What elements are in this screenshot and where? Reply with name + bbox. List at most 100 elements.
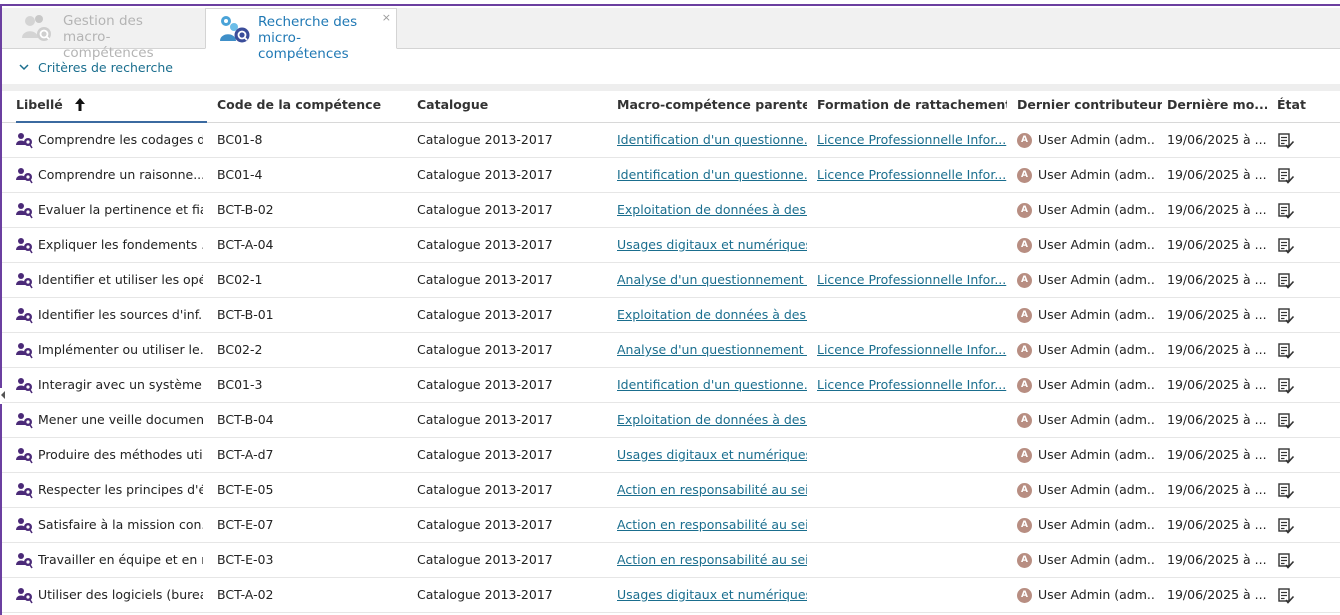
cell-libelle[interactable]: Implémenter ou utiliser le... xyxy=(38,333,203,367)
cell-libelle[interactable]: Travailler en équipe et en r... xyxy=(38,543,203,577)
edit-state-icon[interactable] xyxy=(1277,482,1295,500)
cell-macro-competence-link[interactable]: Identification d'un questionne... xyxy=(617,368,807,402)
cell-contributeur: User Admin (adm... xyxy=(1038,517,1156,532)
cell-libelle[interactable]: Produire des méthodes uti... xyxy=(38,438,203,472)
cell-macro-competence-link[interactable]: Analyse d'un questionnement ... xyxy=(617,333,807,367)
column-header-libelle[interactable]: Libellé xyxy=(16,91,207,123)
table-row[interactable]: Respecter les principes d'é... BCT-E-05 Ca… xyxy=(2,473,1340,508)
cell-libelle[interactable]: Evaluer la pertinence et fia... xyxy=(38,193,203,227)
table-row[interactable]: Identifier les sources d'inf... BCT-B-01 C… xyxy=(2,298,1340,333)
cell-macro-competence-link[interactable]: Exploitation de données à des... xyxy=(617,403,807,437)
search-criteria-toggle[interactable]: Critères de recherche xyxy=(18,58,173,76)
cell-libelle[interactable]: Interagir avec un système ... xyxy=(38,368,203,402)
table-row[interactable]: Travailler en équipe et en r... BCT-E-03 C… xyxy=(2,543,1340,578)
column-header-macro-competence[interactable]: Macro-compétence parente xyxy=(617,91,807,121)
cell-libelle[interactable]: Expliquer les fondements ... xyxy=(38,228,203,262)
cell-formation-link[interactable] xyxy=(817,228,1007,262)
edit-state-icon[interactable] xyxy=(1277,307,1295,325)
table-row[interactable]: Satisfaire à la mission con... BCT-E-07 Ca… xyxy=(2,508,1340,543)
cell-catalogue: Catalogue 2013-2017 xyxy=(417,447,553,462)
cell-libelle[interactable]: Comprendre un raisonne... xyxy=(38,158,203,192)
edit-state-icon[interactable] xyxy=(1277,412,1295,430)
cell-formation-link[interactable] xyxy=(817,403,1007,437)
avatar: A xyxy=(1017,483,1032,498)
cell-catalogue: Catalogue 2013-2017 xyxy=(417,587,553,602)
cell-macro-competence-link[interactable]: Usages digitaux et numériques xyxy=(617,438,807,472)
cell-macro-competence-link[interactable]: Action en responsabilité au sei... xyxy=(617,543,807,577)
table-row[interactable]: Interagir avec un système ... BC01-3 Catal… xyxy=(2,368,1340,403)
cell-macro-competence-link[interactable]: Analyse d'un questionnement ... xyxy=(617,263,807,297)
cell-libelle[interactable]: Identifier et utiliser les opé... xyxy=(38,263,203,297)
table-row[interactable]: Mener une veille documen... BCT-B-04 Catal… xyxy=(2,403,1340,438)
micro-competence-icon xyxy=(16,238,33,254)
edit-state-icon[interactable] xyxy=(1277,517,1295,535)
micro-competence-icon xyxy=(16,308,33,324)
avatar: A xyxy=(1017,273,1032,288)
table-row[interactable]: Produire des méthodes uti... BCT-A-d7 Cata… xyxy=(2,438,1340,473)
table-row[interactable]: Evaluer la pertinence et fia... BCT-B-02 C… xyxy=(2,193,1340,228)
cell-formation-link[interactable] xyxy=(817,473,1007,507)
edit-state-icon[interactable] xyxy=(1277,132,1295,150)
table-row[interactable]: Identifier et utiliser les opé... BC02-1 C… xyxy=(2,263,1340,298)
cell-formation-link[interactable] xyxy=(817,193,1007,227)
column-header-code[interactable]: Code de la compétence xyxy=(217,91,407,121)
column-header-formation[interactable]: Formation de rattachement xyxy=(817,91,1007,121)
micro-competence-icon xyxy=(16,343,33,359)
edit-state-icon[interactable] xyxy=(1277,237,1295,255)
tab-gestion-macro-competences[interactable]: Gestion des macro-compétences xyxy=(8,8,198,61)
tab-label-line2: macro-compétences xyxy=(63,29,154,61)
cell-libelle[interactable]: Satisfaire à la mission con... xyxy=(38,508,203,542)
cell-libelle[interactable]: Mener une veille documen... xyxy=(38,403,203,437)
tab-recherche-micro-competences[interactable]: Recherche des micro-compétences × xyxy=(205,8,397,62)
column-header-catalogue[interactable]: Catalogue xyxy=(417,91,607,121)
edit-state-icon[interactable] xyxy=(1277,202,1295,220)
table-row[interactable]: Comprendre les codages d... BC01-8 Catalog… xyxy=(2,123,1340,158)
cell-macro-competence-link[interactable]: Usages digitaux et numériques xyxy=(617,228,807,262)
cell-libelle[interactable]: Respecter les principes d'é... xyxy=(38,473,203,507)
cell-formation-link[interactable]: Licence Professionnelle Infor... xyxy=(817,333,1007,367)
edit-state-icon[interactable] xyxy=(1277,342,1295,360)
cell-macro-competence-link[interactable]: Exploitation de données à des... xyxy=(617,193,807,227)
cell-derniere-modification: 19/06/2025 à ... xyxy=(1167,342,1267,357)
cell-macro-competence-link[interactable]: Action en responsabilité au sei... xyxy=(617,473,807,507)
cell-contributeur: User Admin (adm... xyxy=(1038,412,1156,427)
column-header-derniere-modification[interactable]: Dernière mo... xyxy=(1167,91,1267,121)
close-icon[interactable]: × xyxy=(382,11,391,24)
table-row[interactable]: Comprendre un raisonne... BC01-4 Catalogue… xyxy=(2,158,1340,193)
cell-code: BCT-B-02 xyxy=(217,202,274,217)
cell-macro-competence-link[interactable]: Usages digitaux et numériques xyxy=(617,578,807,612)
edit-state-icon[interactable] xyxy=(1277,167,1295,185)
cell-formation-link[interactable] xyxy=(817,578,1007,612)
cell-formation-link[interactable]: Licence Professionnelle Infor... xyxy=(817,123,1007,157)
cell-libelle[interactable]: Comprendre les codages d... xyxy=(38,123,203,157)
cell-formation-link[interactable]: Licence Professionnelle Infor... xyxy=(817,158,1007,192)
edit-state-icon[interactable] xyxy=(1277,587,1295,605)
column-header-contributeur[interactable]: Dernier contributeur xyxy=(1017,91,1162,121)
table-row[interactable]: Expliquer les fondements ... BCT-A-04 Cata… xyxy=(2,228,1340,263)
column-header-label: Libellé xyxy=(16,97,63,112)
cell-macro-competence-link[interactable]: Identification d'un questionne... xyxy=(617,158,807,192)
avatar: A xyxy=(1017,168,1032,183)
cell-formation-link[interactable]: Licence Professionnelle Infor... xyxy=(817,368,1007,402)
edit-state-icon[interactable] xyxy=(1277,447,1295,465)
cell-formation-link[interactable] xyxy=(817,298,1007,332)
cell-contributeur: User Admin (adm... xyxy=(1038,552,1156,567)
table-row[interactable]: Implémenter ou utiliser le... BC02-2 Catal… xyxy=(2,333,1340,368)
avatar: A xyxy=(1017,133,1032,148)
table-row[interactable]: Utiliser des logiciels (burea... BCT-A-02… xyxy=(2,578,1340,613)
cell-macro-competence-link[interactable]: Action en responsabilité au sei... xyxy=(617,508,807,542)
edit-state-icon[interactable] xyxy=(1277,272,1295,290)
column-header-etat[interactable]: État xyxy=(1277,91,1327,121)
cell-formation-link[interactable] xyxy=(817,543,1007,577)
cell-formation-link[interactable] xyxy=(817,508,1007,542)
cell-catalogue: Catalogue 2013-2017 xyxy=(417,377,553,392)
edit-state-icon[interactable] xyxy=(1277,552,1295,570)
cell-formation-link[interactable]: Licence Professionnelle Infor... xyxy=(817,263,1007,297)
cell-libelle[interactable]: Identifier les sources d'inf... xyxy=(38,298,203,332)
cell-libelle[interactable]: Utiliser des logiciels (burea... xyxy=(38,578,203,612)
cell-macro-competence-link[interactable]: Identification d'un questionne... xyxy=(617,123,807,157)
cell-macro-competence-link[interactable]: Exploitation de données à des... xyxy=(617,298,807,332)
edit-state-icon[interactable] xyxy=(1277,377,1295,395)
cell-code: BC01-4 xyxy=(217,167,263,182)
cell-formation-link[interactable] xyxy=(817,438,1007,472)
